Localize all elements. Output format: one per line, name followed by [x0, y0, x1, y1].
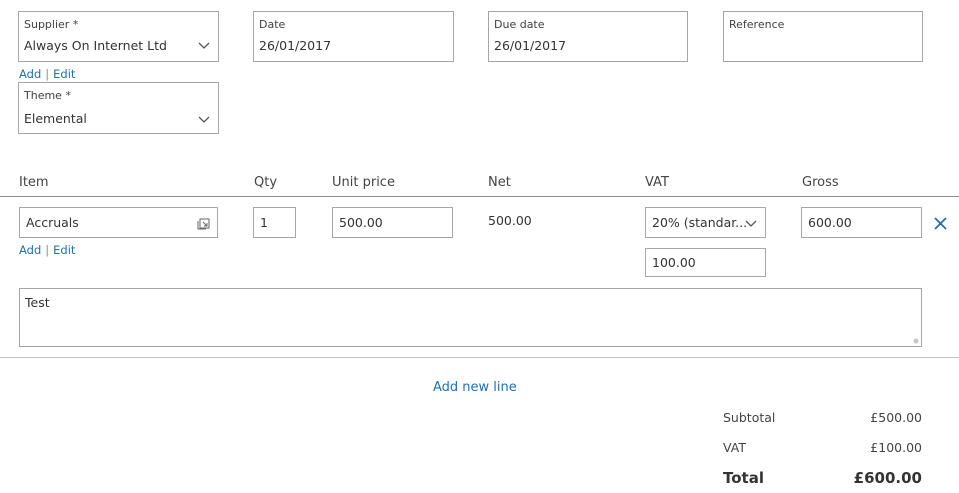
- item-lookup-icon[interactable]: [197, 216, 211, 230]
- item-add-link[interactable]: Add: [19, 243, 41, 257]
- unit-price-input[interactable]: 500.00: [332, 207, 453, 238]
- due-date-label: Due date: [494, 18, 545, 31]
- item-edit-link[interactable]: Edit: [53, 243, 75, 257]
- chevron-down-icon: [198, 116, 210, 123]
- resize-grip-icon[interactable]: [913, 338, 919, 344]
- item-value: Accruals: [26, 215, 79, 230]
- reference-label: Reference: [729, 18, 785, 31]
- total-value: £600.00: [853, 469, 922, 487]
- qty-value: 1: [260, 215, 268, 230]
- line-divider: [0, 357, 959, 358]
- add-new-line-button[interactable]: Add new line: [433, 380, 517, 395]
- item-input[interactable]: Accruals: [19, 207, 218, 238]
- chevron-down-icon: [745, 220, 757, 227]
- column-header-unit-price: Unit price: [332, 175, 395, 190]
- due-date-field[interactable]: Due date 26/01/2017: [488, 11, 688, 62]
- date-value: 26/01/2017: [259, 38, 332, 53]
- vat-amount-value: 100.00: [652, 255, 696, 270]
- column-header-qty: Qty: [254, 175, 278, 190]
- column-header-net: Net: [488, 175, 511, 190]
- subtotal-value: £500.00: [870, 410, 922, 425]
- description-textarea[interactable]: Test: [19, 288, 922, 347]
- gross-value: 600.00: [808, 215, 852, 230]
- column-header-gross: Gross: [802, 175, 839, 190]
- reference-field[interactable]: Reference: [723, 11, 923, 62]
- unit-price-value: 500.00: [339, 215, 383, 230]
- qty-input[interactable]: 1: [253, 207, 296, 238]
- vat-amount-input[interactable]: 100.00: [645, 248, 766, 277]
- supplier-label: Supplier *: [24, 18, 79, 31]
- delete-line-icon[interactable]: [934, 217, 947, 230]
- vat-rate-select[interactable]: 20% (standar...: [645, 207, 766, 238]
- subtotal-label: Subtotal: [723, 410, 776, 425]
- total-label: Total: [723, 469, 764, 487]
- supplier-links: Add | Edit: [19, 63, 75, 82]
- column-header-vat: VAT: [645, 175, 669, 190]
- description-value: Test: [25, 295, 50, 310]
- due-date-value: 26/01/2017: [494, 38, 567, 53]
- supplier-select[interactable]: Supplier * Always On Internet Ltd: [18, 11, 219, 62]
- vat-total-label: VAT: [723, 440, 746, 455]
- theme-label: Theme *: [24, 89, 71, 102]
- header-divider: [0, 196, 959, 197]
- supplier-add-link[interactable]: Add: [19, 67, 41, 81]
- link-separator: |: [45, 243, 50, 257]
- column-header-item: Item: [19, 175, 49, 190]
- theme-select[interactable]: Theme * Elemental: [18, 82, 219, 134]
- theme-value: Elemental: [24, 111, 87, 126]
- date-label: Date: [259, 18, 286, 31]
- gross-input[interactable]: 600.00: [801, 207, 922, 238]
- vat-total-value: £100.00: [870, 440, 922, 455]
- item-links: Add | Edit: [19, 239, 75, 258]
- chevron-down-icon: [198, 42, 210, 49]
- supplier-value: Always On Internet Ltd: [24, 38, 167, 53]
- net-value: 500.00: [488, 213, 532, 228]
- link-separator: |: [45, 67, 50, 81]
- supplier-edit-link[interactable]: Edit: [53, 67, 75, 81]
- vat-rate-value: 20% (standar...: [652, 215, 748, 230]
- date-field[interactable]: Date 26/01/2017: [253, 11, 454, 62]
